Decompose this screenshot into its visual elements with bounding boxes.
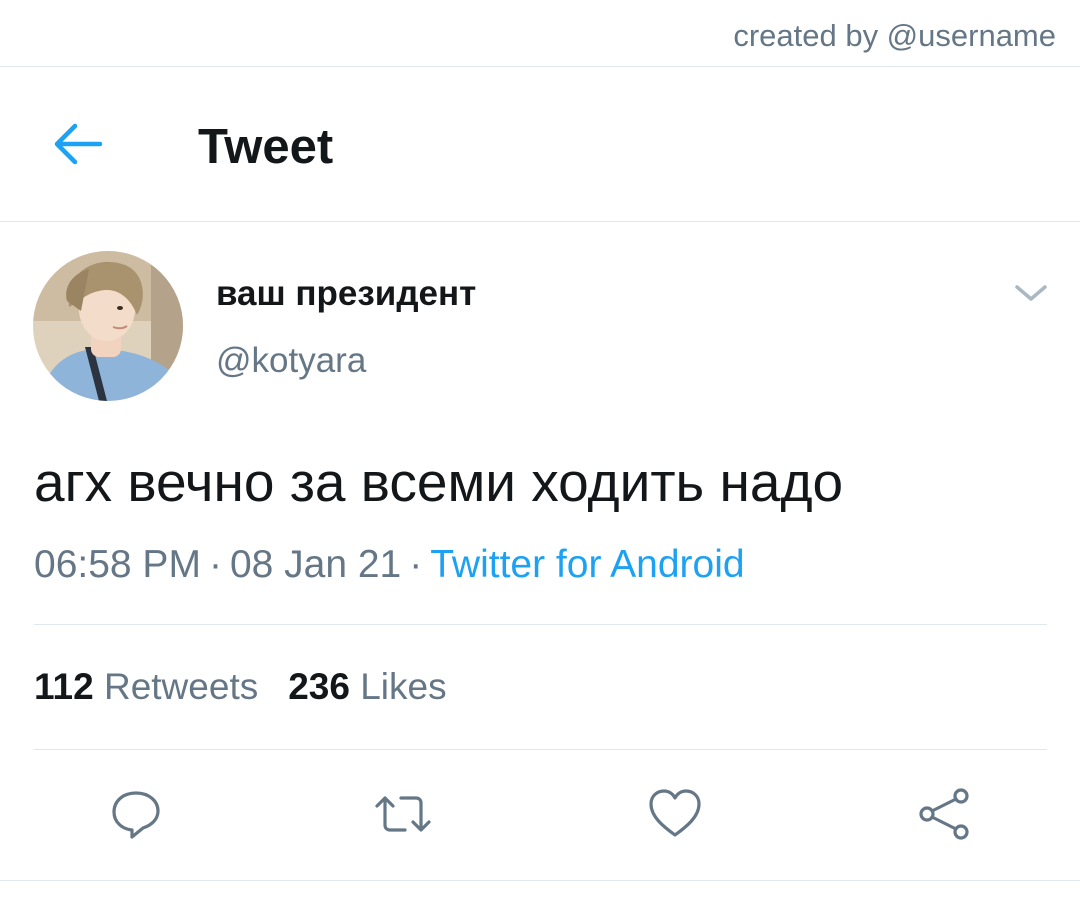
retweets-stat[interactable]: 112 Retweets — [34, 666, 258, 707]
retweets-label: Retweets — [103, 666, 259, 707]
stats-divider — [34, 749, 1047, 750]
tweet-text: агх вечно за всеми ходить надо — [34, 451, 844, 513]
display-name[interactable]: ваш президент — [216, 273, 476, 315]
page-title: Tweet — [198, 120, 334, 174]
likes-count: 236 — [288, 666, 350, 707]
share-icon — [919, 788, 969, 840]
like-icon — [649, 789, 701, 837]
header-divider — [0, 221, 1080, 222]
tweet-time: 06:58 PM — [34, 543, 201, 586]
share-button[interactable] — [915, 785, 973, 843]
chevron-down-icon — [1015, 285, 1047, 301]
reply-button[interactable] — [107, 785, 165, 843]
avatar-image — [33, 251, 183, 401]
top-divider — [0, 66, 1080, 67]
meta-divider — [34, 624, 1047, 625]
bottom-divider — [0, 880, 1080, 881]
likes-stat[interactable]: 236 Likes — [288, 666, 446, 707]
tweet-source-link[interactable]: Twitter for Android — [430, 543, 744, 586]
user-handle[interactable]: @kotyara — [216, 340, 366, 382]
retweet-button[interactable] — [374, 785, 432, 843]
retweets-count: 112 — [34, 666, 94, 707]
retweet-icon — [375, 796, 431, 832]
arrow-left-icon — [54, 123, 103, 165]
like-button[interactable] — [646, 785, 704, 843]
reply-icon — [112, 791, 160, 839]
back-button[interactable] — [52, 121, 104, 167]
tweet-stats: 112 Retweets 236 Likes — [34, 664, 447, 710]
meta-separator: · — [409, 543, 423, 586]
tweet-menu-button[interactable] — [1012, 280, 1050, 306]
likes-label: Likes — [360, 666, 447, 707]
meta-separator: · — [208, 543, 222, 586]
tweet-meta: 06:58 PM · 08 Jan 21 · Twitter for Android — [34, 541, 745, 589]
creator-credit: created by @username — [733, 18, 1056, 53]
avatar[interactable] — [33, 251, 183, 401]
tweet-date: 08 Jan 21 — [229, 543, 402, 586]
